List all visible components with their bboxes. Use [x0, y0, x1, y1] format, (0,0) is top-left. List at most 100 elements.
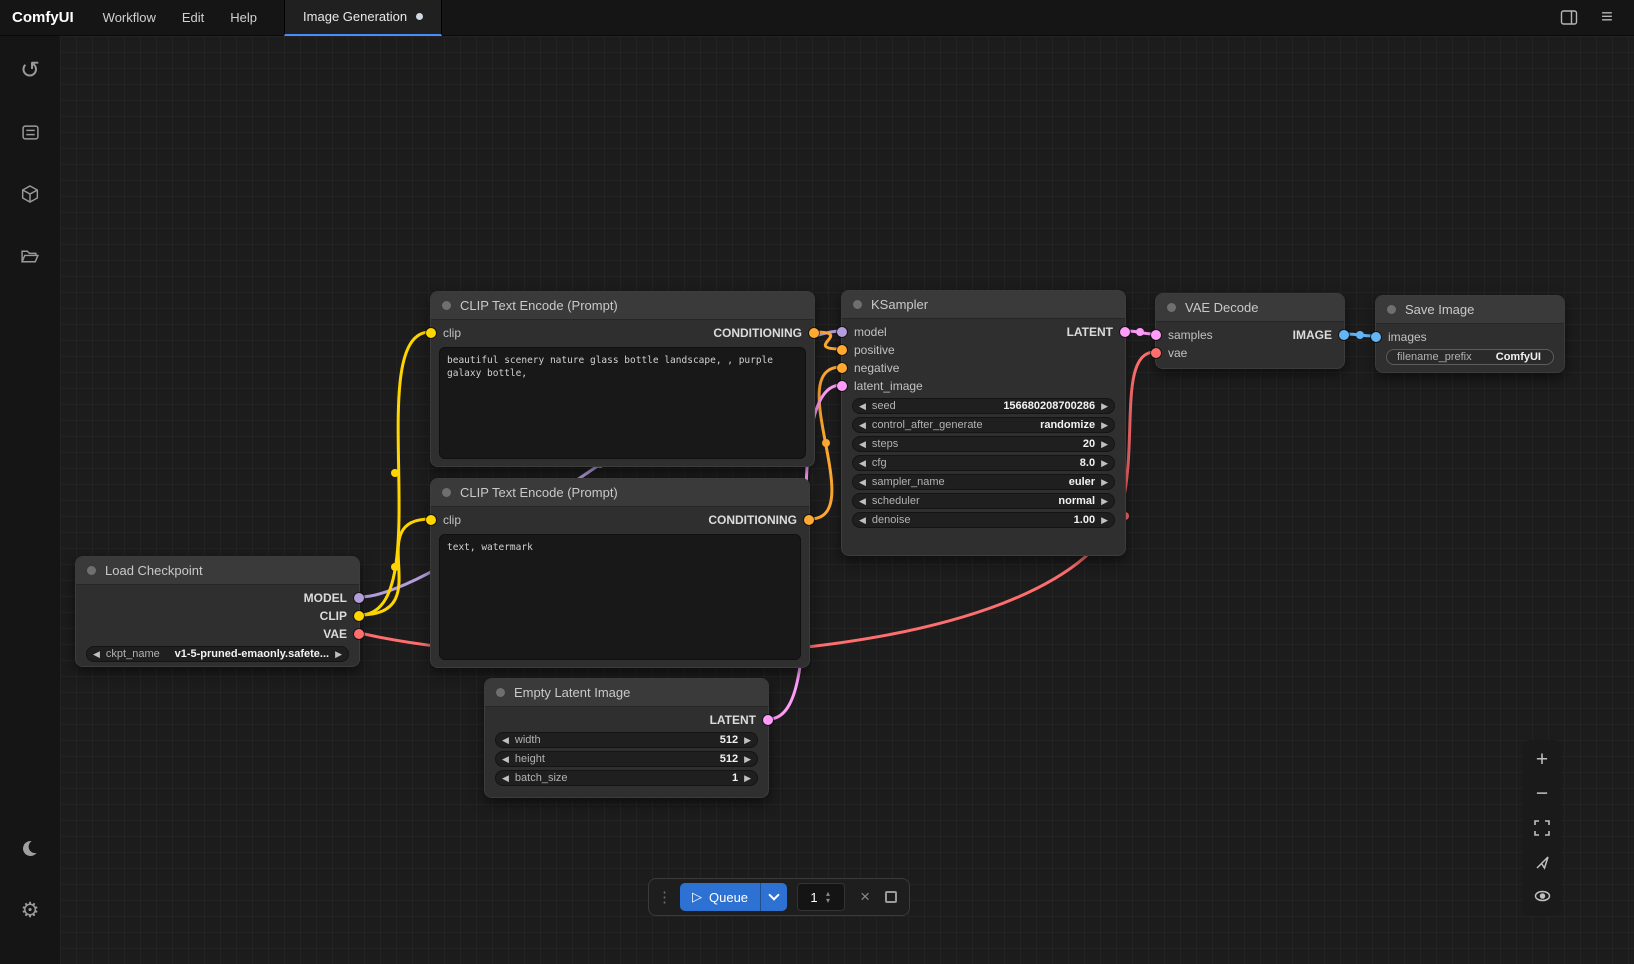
prompt-textarea[interactable]: beautiful scenery nature glass bottle la…	[439, 347, 806, 459]
collapse-toggle-icon[interactable]	[87, 566, 96, 575]
widget-sampler-name[interactable]: sampler_name euler	[852, 474, 1115, 490]
arrow-left-icon[interactable]	[93, 650, 100, 659]
input-port-samples[interactable]	[1151, 330, 1161, 340]
collapse-toggle-icon[interactable]	[442, 301, 451, 310]
input-port-vae[interactable]	[1151, 348, 1161, 358]
input-port-model[interactable]	[837, 327, 847, 337]
widget-denoise[interactable]: denoise 1.00	[852, 512, 1115, 528]
widget-width[interactable]: width 512	[495, 732, 758, 748]
zoom-out-icon[interactable]	[1525, 777, 1559, 811]
toggle-visibility-icon[interactable]	[1525, 879, 1559, 913]
widget-ckpt-name[interactable]: ckpt_name v1-5-pruned-emaonly.safete...	[86, 646, 349, 662]
arrow-right-icon[interactable]	[1101, 402, 1108, 411]
node-save-image[interactable]: Save Image images filename_prefix ComfyU…	[1375, 295, 1565, 373]
output-port-image[interactable]	[1339, 330, 1349, 340]
settings-icon[interactable]	[8, 888, 52, 932]
input-port-negative[interactable]	[837, 363, 847, 373]
node-title-bar[interactable]: Load Checkpoint	[76, 557, 359, 585]
arrow-right-icon[interactable]	[335, 650, 342, 659]
arrow-right-icon[interactable]	[1101, 440, 1108, 449]
collapse-toggle-icon[interactable]	[1387, 305, 1396, 314]
widget-scheduler[interactable]: scheduler normal	[852, 493, 1115, 509]
arrow-left-icon[interactable]	[502, 755, 509, 764]
output-port-clip[interactable]	[354, 611, 364, 621]
arrow-right-icon[interactable]	[744, 774, 751, 783]
menu-edit[interactable]: Edit	[169, 0, 217, 36]
node-title-bar[interactable]: Save Image	[1376, 296, 1564, 324]
batch-count-input[interactable]	[802, 890, 826, 905]
node-title-bar[interactable]: KSampler	[842, 291, 1125, 319]
node-clip-text-encode-positive[interactable]: CLIP Text Encode (Prompt) clip CONDITION…	[430, 291, 815, 467]
output-port-model[interactable]	[354, 593, 364, 603]
arrow-left-icon[interactable]	[859, 478, 866, 487]
node-library-icon[interactable]	[8, 172, 52, 216]
arrow-right-icon[interactable]	[1101, 478, 1108, 487]
arrow-left-icon[interactable]	[859, 421, 866, 430]
arrow-left-icon[interactable]	[859, 459, 866, 468]
output-port-conditioning[interactable]	[804, 515, 814, 525]
select-mode-icon[interactable]	[1525, 845, 1559, 879]
node-ksampler[interactable]: KSampler model LATENT positive negative …	[841, 290, 1126, 556]
drag-handle-icon[interactable]	[657, 888, 670, 907]
arrow-right-icon[interactable]	[1101, 516, 1108, 525]
output-port-vae[interactable]	[354, 629, 364, 639]
output-port-latent[interactable]	[763, 715, 773, 725]
node-clip-text-encode-negative[interactable]: CLIP Text Encode (Prompt) clip CONDITION…	[430, 478, 810, 668]
widget-steps[interactable]: steps 20	[852, 436, 1115, 452]
arrow-left-icon[interactable]	[502, 736, 509, 745]
queue-icon[interactable]	[8, 110, 52, 154]
node-title-bar[interactable]: VAE Decode	[1156, 294, 1344, 322]
queue-options-button[interactable]	[761, 883, 787, 911]
batch-count-stepper[interactable]	[797, 883, 845, 911]
node-empty-latent-image[interactable]: Empty Latent Image LATENT width 512 heig…	[484, 678, 769, 798]
arrow-left-icon[interactable]	[859, 440, 866, 449]
history-icon[interactable]	[8, 48, 52, 92]
collapse-toggle-icon[interactable]	[442, 488, 451, 497]
node-load-checkpoint[interactable]: Load Checkpoint MODEL CLIP VAE ckpt_name…	[75, 556, 360, 667]
collapse-toggle-icon[interactable]	[496, 688, 505, 697]
fit-view-icon[interactable]	[1525, 811, 1559, 845]
arrow-right-icon[interactable]	[744, 755, 751, 764]
input-port-images[interactable]	[1371, 332, 1381, 342]
clear-queue-icon[interactable]	[855, 887, 875, 907]
decrement-icon[interactable]	[826, 897, 830, 904]
widget-control-after-generate[interactable]: control_after_generate randomize	[852, 417, 1115, 433]
input-port-clip[interactable]	[426, 328, 436, 338]
menu-icon[interactable]	[1592, 4, 1622, 32]
input-port-positive[interactable]	[837, 345, 847, 355]
tab-image-generation[interactable]: Image Generation	[284, 0, 442, 36]
arrow-right-icon[interactable]	[1101, 497, 1108, 506]
menu-help[interactable]: Help	[217, 0, 270, 36]
zoom-in-icon[interactable]	[1525, 743, 1559, 777]
menu-workflow[interactable]: Workflow	[90, 0, 169, 36]
workflows-icon[interactable]	[8, 234, 52, 278]
arrow-left-icon[interactable]	[859, 402, 866, 411]
node-vae-decode[interactable]: VAE Decode samples IMAGE vae	[1155, 293, 1345, 369]
widget-cfg[interactable]: cfg 8.0	[852, 455, 1115, 471]
arrow-right-icon[interactable]	[744, 736, 751, 745]
widget-height[interactable]: height 512	[495, 751, 758, 767]
widget-seed[interactable]: seed 156680208700286	[852, 398, 1115, 414]
output-port-latent[interactable]	[1120, 327, 1130, 337]
arrow-left-icon[interactable]	[859, 497, 866, 506]
stop-icon[interactable]	[885, 891, 897, 903]
output-port-conditioning[interactable]	[809, 328, 819, 338]
collapse-toggle-icon[interactable]	[853, 300, 862, 309]
widget-batch-size[interactable]: batch_size 1	[495, 770, 758, 786]
node-title-bar[interactable]: Empty Latent Image	[485, 679, 768, 707]
theme-toggle-icon[interactable]	[8, 826, 52, 870]
panel-toggle-icon[interactable]	[1554, 4, 1584, 32]
prompt-textarea[interactable]: text, watermark	[439, 534, 801, 660]
collapse-toggle-icon[interactable]	[1167, 303, 1176, 312]
node-title-bar[interactable]: CLIP Text Encode (Prompt)	[431, 292, 814, 320]
graph-canvas[interactable]: Load Checkpoint MODEL CLIP VAE ckpt_name…	[60, 36, 1634, 964]
arrow-left-icon[interactable]	[502, 774, 509, 783]
input-port-latent-image[interactable]	[837, 381, 847, 391]
node-title-bar[interactable]: CLIP Text Encode (Prompt)	[431, 479, 809, 507]
arrow-right-icon[interactable]	[1101, 459, 1108, 468]
widget-filename-prefix[interactable]: filename_prefix ComfyUI	[1386, 349, 1554, 365]
arrow-right-icon[interactable]	[1101, 421, 1108, 430]
arrow-left-icon[interactable]	[859, 516, 866, 525]
input-port-clip[interactable]	[426, 515, 436, 525]
queue-button[interactable]: Queue	[680, 883, 787, 911]
